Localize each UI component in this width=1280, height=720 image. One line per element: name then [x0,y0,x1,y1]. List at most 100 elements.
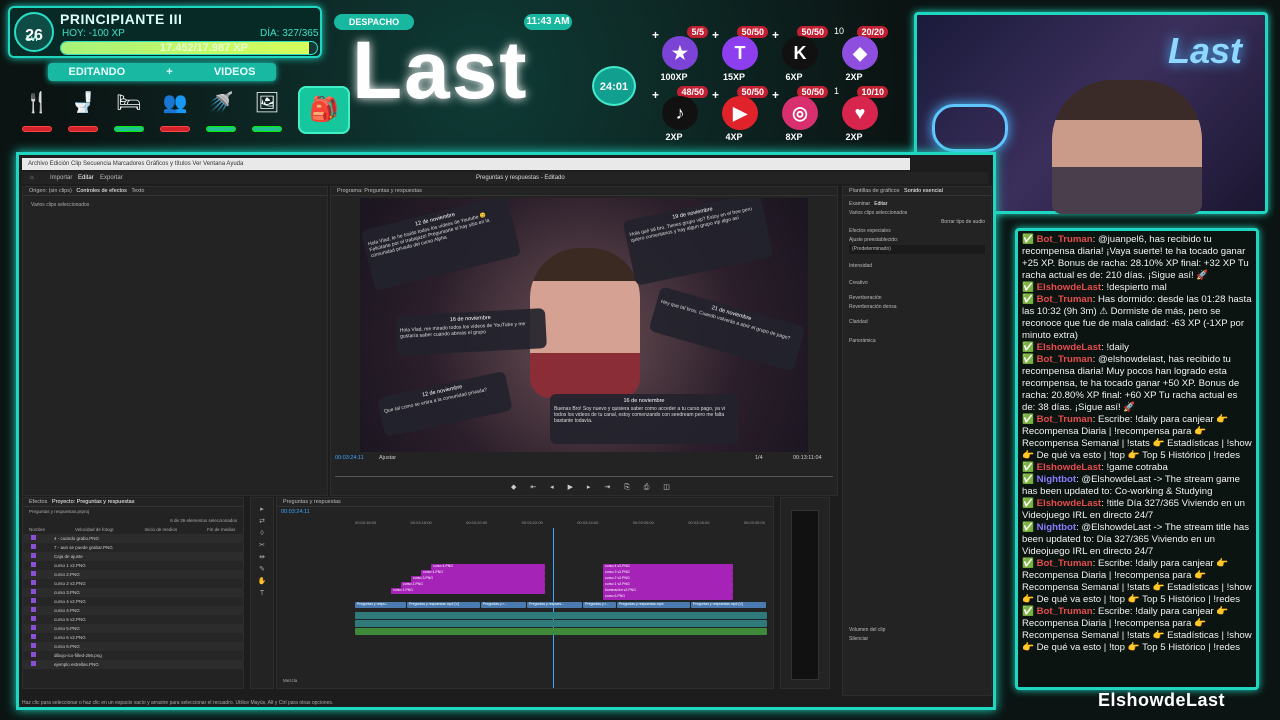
kick-icon: K [782,36,818,70]
countdown-timer: 24:01 [592,66,636,106]
reverb-checkbox[interactable]: Reverberación [849,294,985,303]
ruler-tick: 00:03:18:00 [410,520,432,525]
timeline-video-clip[interactable]: Preguntas y respues... [527,602,582,608]
neon-sign: Last [1168,30,1243,71]
tab-essential-sound[interactable]: Sonido esencial [904,188,943,194]
need-level-bar [160,126,190,132]
timeline-audio-clip[interactable] [355,620,767,627]
tab-import[interactable]: Importar [50,172,72,184]
chat-username[interactable]: Bot_Truman [1037,294,1093,305]
activity-plus: + [166,66,173,78]
menu-bar[interactable]: Archivo Edición Clip Secuencia Marcadore… [22,158,910,170]
preset-dropdown[interactable]: (Predeterminado) [849,245,985,254]
tab-project[interactable]: Proyecto: Preguntas y respuestas [52,499,135,505]
sound-selection: Varios clips seleccionados [849,210,908,216]
program-timecode[interactable]: 00:03:24:11 [335,455,364,461]
timeline-video-clip[interactable]: Preguntas y respuestas.mp4 [V] [407,602,480,608]
chat-username[interactable]: ElshowdeLast [1037,462,1102,473]
project-item[interactable]: curso 1 v2.PNG [23,561,243,570]
tiktok-icon: ♪ [662,96,698,130]
timeline-audio-clip[interactable] [355,628,767,635]
project-item[interactable]: curso 4 v2.PNG [23,597,243,606]
tab-edit[interactable]: Editar [78,172,94,184]
chat-username[interactable]: Bot_Truman [1037,234,1093,245]
section-intensity[interactable]: Intensidad [849,262,985,271]
tab-effect-controls[interactable]: Controles de efectos [76,188,126,194]
timeline-audio-clip[interactable] [355,612,767,619]
chat-username[interactable]: ElshowdeLast [1037,342,1102,353]
panel-tabs: Origen: (sin clips) Controles de efectos… [23,187,327,196]
need-level-bar [252,126,282,132]
project-item[interactable]: 7 - aun se puede grabar.PNG [23,543,243,552]
project-item[interactable]: curso 2 v2.PNG [23,579,243,588]
chat-screenshot-bubble: 21 de noviembre Hey que tal brou. Cuando … [648,286,806,372]
tab-timeline[interactable]: Preguntas y respuestas [277,498,773,507]
project-item-name: curso 1 v2.PNG [54,563,86,568]
timeline-video-clip[interactable]: Preguntas y respu... [355,602,406,608]
tab-effects[interactable]: Efectos [29,499,47,505]
timeline-ruler[interactable]: 00:03:16:00 00:03:18:00 00:03:20:00 00:03:2… [355,520,765,528]
tab-export[interactable]: Exportar [100,172,123,184]
activity-left: EDITANDO [68,66,126,78]
project-item[interactable]: dibujo-ico-filled-256.png [23,651,243,660]
project-item[interactable]: curso 4.PNG [23,606,243,615]
timeline-video-clip[interactable]: Preguntas y respuestas.mp4 [617,602,690,608]
transport-controls[interactable]: ◆ ⇤ ◂ ▶ ▸ ⇥ ⎘ ⎙ ◫ [511,483,676,492]
timeline-video-clip[interactable]: Preguntas y r... [481,602,526,608]
section-panorama[interactable]: Panorámica [849,337,985,346]
chat-username[interactable]: ElshowdeLast [1037,498,1102,509]
timeline-clip[interactable]: curso 1.PNG [391,588,545,594]
project-item[interactable]: curso 5.PNG [23,624,243,633]
quality-dropdown[interactable]: 1/4 [755,455,763,461]
gift-goal: 1 10/10 ♥ 2XP [832,86,888,142]
workspace-tabs: ⌂ Importar Editar Exportar Preguntas y r… [22,172,988,184]
chat-username[interactable]: ElshowdeLast [1037,282,1102,293]
goal-rank: 1 [834,86,840,96]
project-item[interactable]: curso 5 v2.PNG [23,615,243,624]
col-start[interactable]: Inicio de medios [145,527,178,532]
tab-program[interactable]: Programa: Preguntas y respuestas [331,187,837,196]
project-item[interactable]: Caja de ajuste [23,552,243,561]
tab-text[interactable]: Texto [131,188,144,194]
col-name[interactable]: Nombre [29,527,45,532]
section-creative[interactable]: Creativo [849,279,985,288]
clarity-slider[interactable]: Claridad [849,318,985,327]
clear-audio-type-button[interactable]: Borrar tipo de audio [849,218,985,227]
project-item[interactable]: curso 2.PNG [23,570,243,579]
star-goal: +15/5★100XP [652,26,708,82]
chat-username[interactable]: Bot_Truman [1037,354,1093,365]
col-fps[interactable]: Velocidad de fotogr. [75,527,115,532]
timeline-timecode[interactable]: 00:03:24:11 [281,509,310,515]
chat-username[interactable]: Bot_Truman [1037,414,1093,425]
chat-username[interactable]: Nightbot [1037,522,1076,533]
mute-checkbox[interactable]: Silenciar [849,635,985,644]
tab-graphics[interactable]: Plantillas de gráficos [849,188,899,194]
project-item[interactable]: curso 3.PNG [23,588,243,597]
chat-message: ✅ Bot_Truman: Escribe: !daily para canje… [1022,414,1252,462]
label-color-swatch [31,661,36,666]
chat-username[interactable]: Bot_Truman [1037,606,1093,617]
timeline-video-clip[interactable]: Preguntas y r... [583,602,616,608]
reverb-preset[interactable]: Reverberación densa [849,303,985,312]
badge-icon: ✅ [1022,294,1037,305]
home-icon[interactable]: ⌂ [30,172,34,184]
clip-volume-checkbox[interactable]: Volumen del clip [849,626,985,635]
project-item[interactable]: 4 - cuando grabo.PNG [23,534,243,543]
project-item[interactable]: ejemplo estrellas.PNG [23,660,243,669]
tab-edit-sound[interactable]: Editar [874,201,887,207]
project-item[interactable]: curso 6 v2.PNG [23,633,243,642]
tab-source[interactable]: Origen: (sin clips) [29,188,72,194]
chat-username[interactable]: Nightbot [1037,474,1076,485]
project-item[interactable]: curso 6.PNG [23,642,243,651]
toilet-icon: 🚽 [70,92,96,114]
col-end[interactable]: Fin de medios [207,527,235,532]
timeline-clip[interactable]: curso 6.PNG [603,594,733,600]
chat-panel: ✅ Bot_Truman: @juanpel6, has recibido tu… [1015,228,1259,690]
tab-browse[interactable]: Examinar [849,201,870,207]
sound-type[interactable]: Efectos especiales [849,227,985,236]
fit-dropdown[interactable]: Ajustar [379,455,396,461]
program-scrubber[interactable] [335,469,833,477]
timeline-video-clip[interactable]: Preguntas y respuestas.mp4 [V] [691,602,766,608]
chat-username[interactable]: Bot_Truman [1037,558,1093,569]
bubble-date: 21 de noviembre [710,305,752,323]
